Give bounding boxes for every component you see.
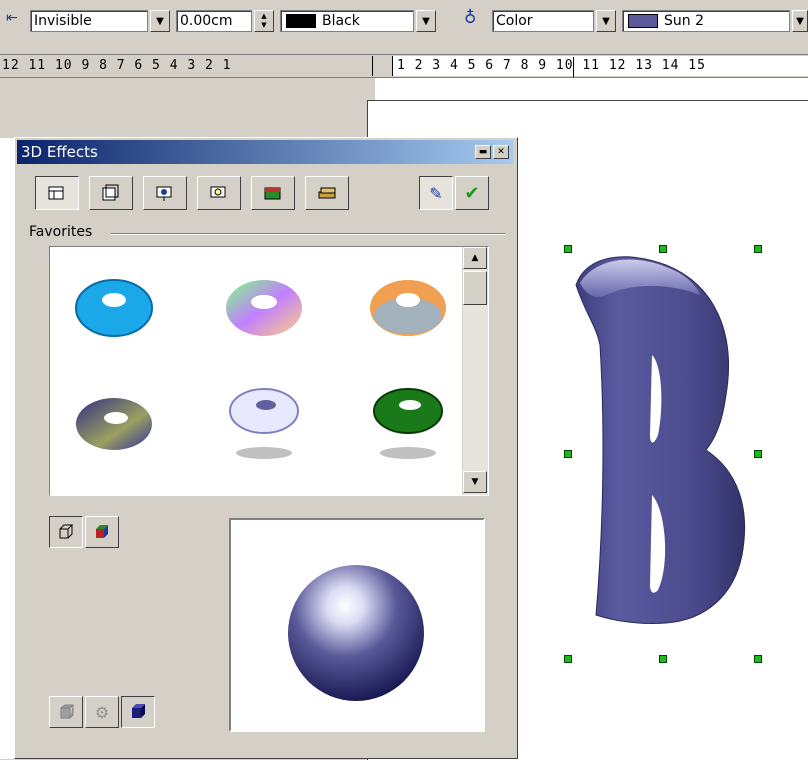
line-width-spinner[interactable]: ▲ ▼ — [254, 10, 274, 32]
line-color-swatch — [286, 14, 316, 28]
preview-sphere — [288, 565, 424, 701]
assign-material-button[interactable]: ⚙ — [85, 696, 119, 728]
3d-effects-window: 3D Effects ▬ ✕ ✎ ✔ Favorites ▲ ▼ ⚙ — [14, 137, 518, 759]
ruler-page-area: 1 2 3 4 5 6 7 8 9 10 11 12 13 14 15 — [392, 56, 808, 77]
close-button[interactable]: ✕ — [493, 145, 509, 159]
shading-button[interactable] — [89, 176, 133, 210]
cube-color-icon — [96, 525, 108, 538]
perspective-button[interactable] — [49, 696, 83, 728]
line-color-select[interactable]: Black — [280, 10, 414, 32]
geometry-icon — [48, 186, 64, 200]
area-style-dropdown-button[interactable]: ▼ — [596, 10, 616, 32]
arrow-up-icon: ▲ — [471, 253, 479, 263]
area-style-value: Color — [496, 13, 533, 29]
favorites-scrollbar[interactable]: ▲ ▼ — [462, 247, 488, 495]
line-width-value: 0.00cm — [180, 13, 233, 29]
blue-cube-icon — [132, 704, 145, 718]
3d-letter-b-object[interactable] — [566, 245, 760, 657]
eyedropper-icon: ✎ — [429, 183, 443, 203]
textures-button[interactable] — [197, 176, 241, 210]
cube-outline-icon — [59, 524, 74, 539]
window-titlebar[interactable]: 3D Effects ▬ ✕ — [17, 140, 513, 164]
spin-up-icon[interactable]: ▲ — [261, 12, 266, 21]
chevron-down-icon: ▼ — [602, 15, 610, 27]
area-color-select[interactable]: Sun 2 — [622, 10, 790, 32]
color-3d-button[interactable] — [121, 696, 155, 728]
gray-cube-icon — [60, 704, 75, 719]
favorites-gallery[interactable]: ▲ ▼ — [49, 246, 489, 496]
convert-to-lathe-button[interactable] — [85, 516, 119, 548]
material-ball-icon: ⚙ — [94, 702, 110, 722]
favorite-torus-green[interactable] — [348, 365, 468, 475]
chevron-down-icon: ▼ — [422, 15, 430, 27]
favorite-torus-white[interactable] — [204, 365, 324, 475]
close-icon: ✕ — [497, 147, 505, 157]
textures-icon — [210, 186, 226, 198]
area-color-swatch — [628, 14, 658, 28]
chevron-down-icon: ▼ — [796, 15, 804, 27]
scroll-thumb[interactable] — [463, 271, 487, 305]
checkmark-icon: ✔ — [464, 182, 480, 204]
minimize-icon: ▬ — [478, 147, 488, 157]
line-ends-icon[interactable]: ⇤ — [6, 10, 18, 26]
ruler-indent-marker[interactable] — [573, 57, 574, 77]
geometry-button[interactable] — [35, 176, 79, 210]
line-style-value: Invisible — [34, 13, 92, 29]
material-button[interactable] — [251, 176, 295, 210]
area-color-dropdown-button[interactable]: ▼ — [792, 10, 808, 32]
area-style-select[interactable]: Color — [492, 10, 594, 32]
favorites-label: Favorites — [29, 224, 93, 240]
arrow-down-icon: ▼ — [471, 477, 479, 487]
ruler-right-numbers: 1 2 3 4 5 6 7 8 9 10 11 12 13 14 15 — [397, 58, 706, 73]
favorites-divider — [111, 233, 505, 235]
selection-handle-top-left[interactable] — [564, 245, 572, 253]
color-picker-button[interactable] — [305, 176, 349, 210]
selection-handle-left[interactable] — [564, 450, 572, 458]
workspace-margin — [0, 78, 375, 138]
spin-down-icon[interactable]: ▼ — [261, 21, 266, 30]
selection-handle-bottom-right[interactable] — [754, 655, 762, 663]
illumination-button[interactable] — [143, 176, 187, 210]
area-color-value: Sun 2 — [664, 13, 704, 29]
selection-handle-right[interactable] — [754, 450, 762, 458]
convert-to-3d-button[interactable] — [49, 516, 83, 548]
texture-stack-icon — [318, 187, 336, 199]
update-button[interactable]: ✎ — [419, 176, 453, 210]
scroll-up-button[interactable]: ▲ — [463, 247, 487, 269]
illumination-icon — [156, 186, 172, 201]
formatting-toolbar: ⇤ Invisible ▼ 0.00cm ▲ ▼ Black ▼ ♁ Color … — [0, 0, 808, 50]
favorite-torus-orange[interactable] — [348, 249, 468, 359]
selection-handle-top[interactable] — [659, 245, 667, 253]
favorite-torus-rainbow[interactable] — [204, 249, 324, 359]
scroll-down-button[interactable]: ▼ — [463, 471, 487, 493]
selection-handle-bottom[interactable] — [659, 655, 667, 663]
favorite-torus-cyan[interactable] — [54, 249, 174, 359]
minimize-button[interactable]: ▬ — [475, 145, 491, 159]
chevron-down-icon: ▼ — [156, 15, 164, 27]
line-color-dropdown-button[interactable]: ▼ — [416, 10, 436, 32]
selection-handle-bottom-left[interactable] — [564, 655, 572, 663]
horizontal-ruler[interactable]: 12 11 10 9 8 7 6 5 4 3 2 1 1 2 3 4 5 6 7… — [0, 54, 808, 78]
material-icon — [264, 187, 281, 200]
ruler-left-numbers: 12 11 10 9 8 7 6 5 4 3 2 1 — [2, 58, 232, 73]
ruler-margin-marker[interactable] — [372, 56, 373, 76]
line-color-value: Black — [322, 13, 360, 29]
area-fill-icon[interactable]: ♁ — [464, 8, 476, 28]
selection-handle-top-right[interactable] — [754, 245, 762, 253]
line-style-dropdown-button[interactable]: ▼ — [150, 10, 170, 32]
window-title: 3D Effects — [21, 143, 98, 161]
shading-icon — [102, 184, 119, 201]
line-style-select[interactable]: Invisible — [30, 10, 148, 32]
line-width-input[interactable]: 0.00cm — [176, 10, 252, 32]
favorite-torus-blue-green[interactable] — [54, 365, 174, 475]
assign-button[interactable]: ✔ — [455, 176, 489, 210]
3d-preview[interactable] — [229, 518, 485, 732]
